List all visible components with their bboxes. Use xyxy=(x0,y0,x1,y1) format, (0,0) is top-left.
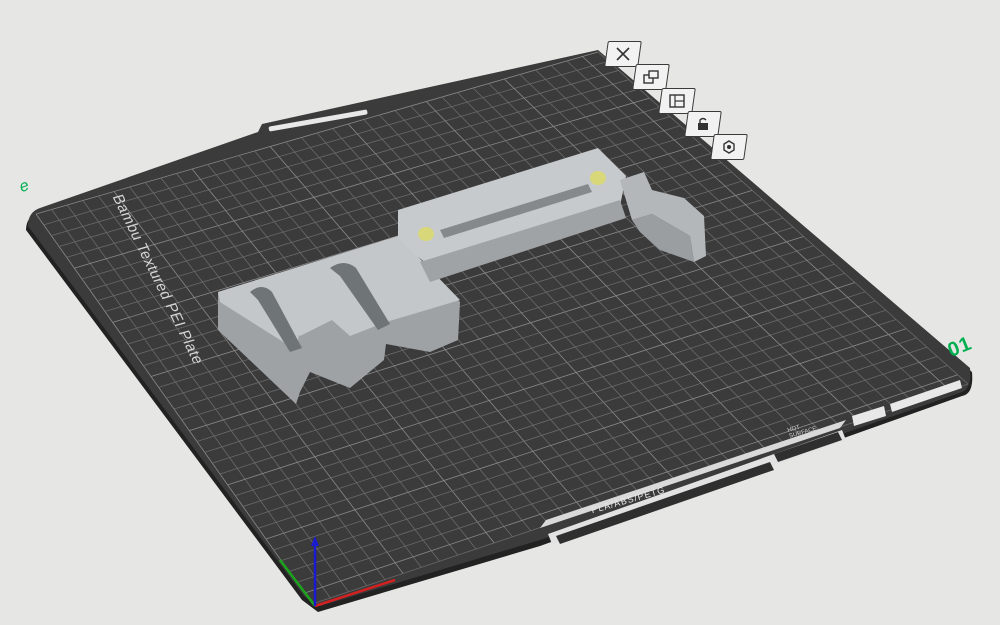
gear-icon xyxy=(723,140,735,154)
lock-icon xyxy=(698,117,708,130)
build-plate xyxy=(28,50,971,606)
plate-settings-button[interactable] xyxy=(710,134,748,160)
3d-viewport[interactable]: e Bambu Textured PEI Plate 01 PLA/ABS/PE… xyxy=(0,0,1000,625)
build-plate-scene xyxy=(26,50,973,612)
arrange-button[interactable] xyxy=(632,64,670,90)
layout-icon xyxy=(669,94,685,108)
close-icon xyxy=(616,47,630,61)
arrange-icon xyxy=(643,70,659,84)
remove-plate-button[interactable] xyxy=(604,41,642,67)
